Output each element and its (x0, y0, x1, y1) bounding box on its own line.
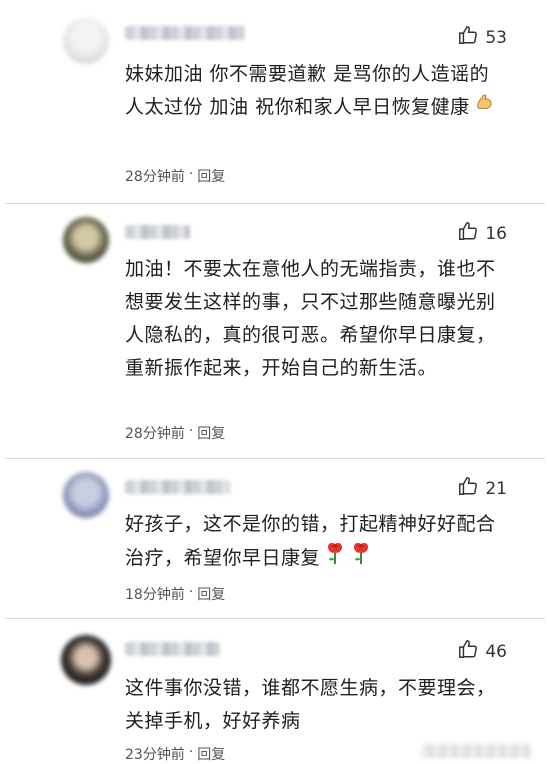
like-count: 53 (485, 27, 507, 48)
thumbs-up-icon (457, 220, 479, 247)
thumbs-up-icon (457, 638, 479, 665)
timestamp: 23分钟前 (125, 747, 185, 763)
rose-emoji (324, 541, 346, 576)
username[interactable] (125, 480, 230, 494)
like-count: 46 (485, 641, 507, 662)
divider (5, 458, 545, 459)
watermark (421, 744, 531, 758)
divider (5, 203, 545, 204)
comment-meta: 18分钟前 · 回复 (125, 584, 225, 604)
reply-button[interactable]: 回复 (197, 423, 225, 443)
avatar[interactable] (63, 18, 109, 64)
like-button[interactable]: 16 (457, 220, 507, 247)
avatar[interactable] (61, 635, 111, 685)
comment-meta: 23分钟前 · 回复 (125, 744, 225, 764)
reply-button[interactable]: 回复 (197, 744, 225, 764)
avatar[interactable] (63, 472, 109, 518)
comment-item: 46 这件事你没错，谁都不愿生病，不要理会，关掉手机，好好养病 23分钟前 · … (5, 620, 545, 763)
like-button[interactable]: 21 (457, 475, 507, 502)
like-button[interactable]: 46 (457, 638, 507, 665)
comment-meta: 28分钟前 · 回复 (125, 423, 225, 443)
like-count: 21 (485, 478, 507, 499)
thumbs-up-icon (457, 24, 479, 51)
avatar[interactable] (63, 217, 109, 263)
comment-text: 加油！不要太在意他人的无端指责，谁也不想要发生这样的事，只不过那些随意曝光别人隐… (125, 258, 496, 379)
comment-item: 21 好孩子，这不是你的错，打起精神好好配合治疗，希望你早日康复 18分钟前 ·… (5, 460, 545, 620)
username[interactable] (125, 26, 245, 40)
rose-emoji (350, 541, 372, 576)
like-button[interactable]: 53 (457, 24, 507, 51)
comment-item: 16 加油！不要太在意他人的无端指责，谁也不想要发生这样的事，只不过那些随意曝光… (5, 205, 545, 460)
comment-meta: 28分钟前 · 回复 (125, 166, 225, 186)
timestamp: 18分钟前 (125, 587, 185, 603)
comment-text: 好孩子，这不是你的错，打起精神好好配合治疗，希望你早日康复 (125, 508, 497, 576)
username[interactable] (125, 642, 220, 656)
username[interactable] (125, 225, 190, 239)
comment-item: 53 妹妹加油 你不需要道歉 是骂你的人造谣的人太过份 加油 祝你和家人早日恢复… (5, 0, 545, 205)
comment-list: 53 妹妹加油 你不需要道歉 是骂你的人造谣的人太过份 加油 祝你和家人早日恢复… (5, 0, 545, 763)
separator: · (188, 423, 194, 439)
comment-text: 这件事你没错，谁都不愿生病，不要理会，关掉手机，好好养病 (125, 677, 496, 732)
separator: · (188, 744, 194, 760)
like-count: 16 (485, 223, 507, 244)
flexed-biceps-emoji (474, 91, 496, 124)
timestamp: 28分钟前 (125, 169, 185, 185)
divider (5, 618, 545, 619)
separator: · (188, 584, 194, 600)
timestamp: 28分钟前 (125, 426, 185, 442)
reply-button[interactable]: 回复 (197, 166, 225, 186)
comment-text: 妹妹加油 你不需要道歉 是骂你的人造谣的人太过份 加油 祝你和家人早日恢复健康 (125, 58, 497, 124)
thumbs-up-icon (457, 475, 479, 502)
separator: · (188, 166, 194, 182)
reply-button[interactable]: 回复 (197, 584, 225, 604)
